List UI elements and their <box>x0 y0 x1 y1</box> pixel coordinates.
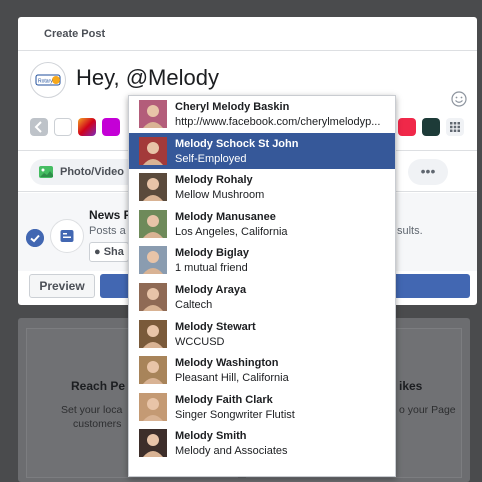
photo-icon <box>39 166 53 178</box>
audience-label: Sha <box>103 246 124 258</box>
mention-name: Melody Faith Clark <box>175 393 273 406</box>
mention-item[interactable]: Melody Schock St John Self-Employed <box>129 132 395 170</box>
checkmark-icon[interactable] <box>26 229 44 247</box>
composer-header: Create Post <box>18 17 477 51</box>
mention-item[interactable]: Melody Smith Melody and Associates <box>129 425 395 462</box>
profile-photo <box>139 173 167 202</box>
mention-name: Melody Manusanee <box>175 210 276 223</box>
mention-subtitle: Los Angeles, California <box>175 225 288 238</box>
mention-name: Melody Araya <box>175 283 247 296</box>
background-card-text: Set your loca <box>61 404 123 416</box>
mention-item[interactable]: Melody Araya Caltech <box>129 279 395 316</box>
color-swatch-red[interactable] <box>398 118 416 136</box>
mention-suggestions: Cheryl Melody Baskin http://www.facebook.… <box>128 95 396 477</box>
profile-photo <box>139 209 167 238</box>
mention-item[interactable]: Melody Stewart WCCUSD <box>129 316 395 353</box>
profile-photo <box>139 319 167 348</box>
preview-button[interactable]: Preview <box>29 274 95 298</box>
profile-photo <box>139 392 167 421</box>
newsfeed-title: News F <box>89 208 132 222</box>
mention-item[interactable]: Melody Biglay 1 mutual friend <box>129 242 395 279</box>
background-card-text: customers <box>73 418 122 430</box>
rotary-logo-text: Rotary <box>38 79 53 85</box>
mention-name: Melody Rohaly <box>175 174 253 187</box>
color-swatch-gradient[interactable] <box>78 118 96 136</box>
mention-name: Melody Washington <box>175 357 279 370</box>
color-swatch-dark[interactable] <box>422 118 440 136</box>
mention-item[interactable]: Melody Faith Clark Singer Songwriter Flut… <box>129 389 395 426</box>
back-arrow-icon[interactable] <box>30 118 48 136</box>
photo-video-button[interactable]: Photo/Video <box>30 159 140 185</box>
mention-subtitle: 1 mutual friend <box>175 262 248 275</box>
background-card-text: o your Page <box>399 404 456 416</box>
avatar[interactable]: Rotary <box>30 62 66 98</box>
grid-icon[interactable] <box>446 118 464 136</box>
color-swatch-white[interactable] <box>54 118 72 136</box>
mention-item[interactable]: Melody Rohaly Mellow Mushroom <box>129 169 395 206</box>
profile-photo <box>139 282 167 311</box>
audience-selector[interactable]: ● Sha <box>89 242 129 262</box>
background-card-title: Reach Pe <box>71 379 126 393</box>
background-card-title: ikes <box>399 379 423 393</box>
mention-item[interactable]: Cheryl Melody Baskin http://www.facebook.… <box>129 96 395 133</box>
mention-name: Cheryl Melody Baskin <box>175 101 290 113</box>
mention-subtitle: Singer Songwriter Flutist <box>175 408 295 421</box>
color-swatch-magenta[interactable] <box>102 118 120 136</box>
mention-subtitle: Mellow Mushroom <box>175 189 265 202</box>
newsfeed-icon <box>50 219 84 253</box>
more-options-button[interactable]: ••• <box>408 159 448 185</box>
mention-subtitle: Self-Employed <box>175 152 247 165</box>
profile-photo <box>139 356 167 385</box>
post-text-input[interactable]: Hey, @Melody <box>76 65 219 91</box>
mention-subtitle: Caltech <box>175 298 213 311</box>
newsfeed-description: Posts a <box>89 225 126 237</box>
rotary-logo-icon: Rotary <box>35 74 61 86</box>
globe-icon: ● <box>94 246 101 258</box>
mention-subtitle: http://www.facebook.com/cherylmelodyp... <box>175 116 381 128</box>
profile-photo <box>139 429 167 458</box>
tab-create-post[interactable]: Create Post <box>44 28 105 40</box>
mention-name: Melody Schock St John <box>175 137 299 150</box>
mention-name: Melody Biglay <box>175 247 249 260</box>
newsfeed-description-end: sults. <box>397 225 423 237</box>
profile-photo <box>139 136 167 165</box>
mention-name: Melody Stewart <box>175 320 256 333</box>
mention-item[interactable]: Melody Washington Pleasant Hill, Californ… <box>129 352 395 389</box>
profile-photo <box>139 100 167 128</box>
photo-video-label: Photo/Video <box>60 166 124 178</box>
profile-photo <box>139 246 167 275</box>
mention-item[interactable]: Melody Manusanee Los Angeles, California <box>129 206 395 243</box>
mention-subtitle: Melody and Associates <box>175 445 288 458</box>
mention-subtitle: Pleasant Hill, California <box>175 372 289 385</box>
mention-name: Melody Smith <box>175 430 247 443</box>
emoji-icon[interactable] <box>451 91 467 107</box>
mention-subtitle: WCCUSD <box>175 335 225 348</box>
